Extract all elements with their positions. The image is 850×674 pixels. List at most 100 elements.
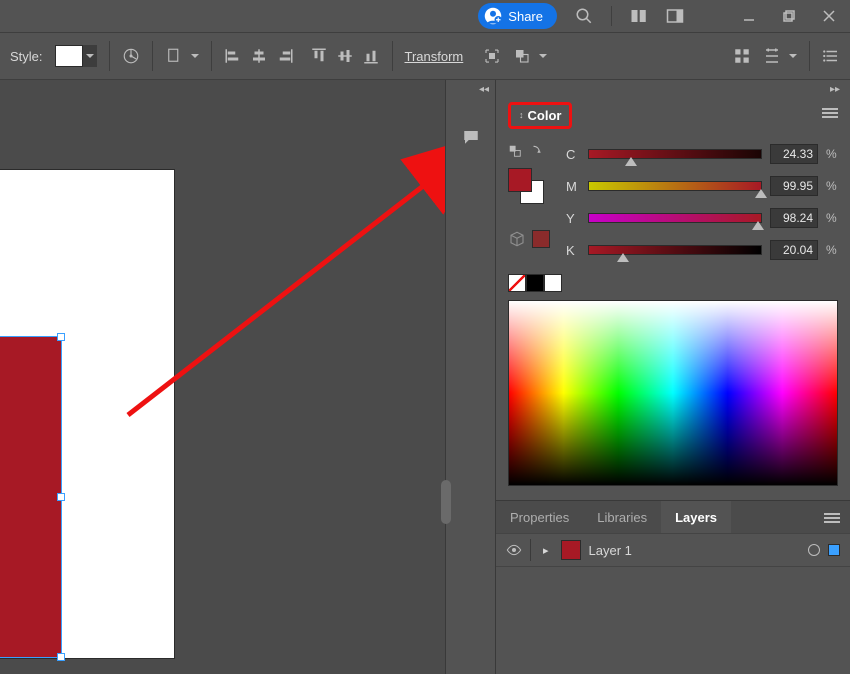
align-horizontal-group: [224, 47, 294, 65]
comments-panel-icon[interactable]: [460, 128, 482, 146]
align-left-icon[interactable]: [224, 47, 242, 65]
channel-label-m: M: [566, 179, 580, 194]
separator: [530, 539, 531, 561]
color-panel-tab-label: Color: [528, 108, 562, 123]
separator: [392, 41, 393, 71]
graphic-style-picker[interactable]: [55, 45, 97, 67]
color-panel-tabbar: ↕ Color: [508, 100, 838, 130]
cmyk-sliders: C % M % Y %: [566, 144, 838, 260]
separator: [611, 6, 612, 26]
gamut-swatch[interactable]: [532, 230, 550, 248]
bottom-panel-tabs: Properties Libraries Layers: [496, 501, 850, 533]
slider-thumb-y[interactable]: [752, 221, 764, 230]
pct-label: %: [826, 243, 838, 257]
channel-value-k[interactable]: [770, 240, 818, 260]
layer-row[interactable]: ▸ Layer 1: [496, 533, 850, 567]
expand-dock-icon[interactable]: ◂◂: [479, 84, 489, 95]
align-right-icon[interactable]: [276, 47, 294, 65]
document-icon: [165, 47, 183, 65]
share-avatar-icon: [484, 7, 502, 25]
pct-label: %: [826, 147, 838, 161]
quick-swatches: [508, 274, 838, 292]
visibility-icon[interactable]: [506, 542, 522, 558]
align-to-icon[interactable]: [733, 47, 751, 65]
transform-link[interactable]: Transform: [405, 49, 464, 64]
slider-thumb-m[interactable]: [755, 189, 767, 198]
slider-track-m[interactable]: [588, 181, 762, 191]
document-setup-group[interactable]: [165, 47, 199, 65]
pct-label: %: [826, 211, 838, 225]
list-settings-icon[interactable]: [822, 47, 840, 65]
fill-swatch[interactable]: [508, 168, 532, 192]
layer-disclosure-icon[interactable]: ▸: [539, 544, 553, 557]
share-button[interactable]: Share: [478, 3, 557, 29]
style-swatch: [55, 45, 83, 67]
slider-thumb-c[interactable]: [625, 157, 637, 166]
align-top-icon[interactable]: [310, 47, 328, 65]
slider-thumb-k[interactable]: [617, 253, 629, 262]
swap-fills-icon[interactable]: [508, 144, 522, 158]
align-bottom-icon[interactable]: [362, 47, 380, 65]
slider-track-y[interactable]: [588, 213, 762, 223]
slider-track-k[interactable]: [588, 245, 762, 255]
color-panel: ↕ Color: [496, 92, 850, 500]
fill-stroke-swatches[interactable]: [508, 168, 544, 204]
panel-collapse-icon: ↕: [519, 110, 524, 120]
chevron-down-icon: [191, 52, 199, 60]
separator: [211, 41, 212, 71]
bottom-panel: Properties Libraries Layers ▸ Layer 1: [496, 500, 850, 567]
separator: [109, 41, 110, 71]
expand-panels-icon[interactable]: ▸▸: [830, 84, 840, 95]
chevron-down-icon: [539, 52, 547, 60]
window-close-button[interactable]: [818, 7, 840, 25]
canvas-area[interactable]: [0, 80, 445, 674]
channel-label-k: K: [566, 243, 580, 258]
selection-handle-mr[interactable]: [57, 493, 65, 501]
slider-row-k: K %: [566, 240, 838, 260]
layer-target-icon[interactable]: [808, 544, 820, 556]
layer-name[interactable]: Layer 1: [589, 543, 800, 558]
slider-track-c[interactable]: [588, 149, 762, 159]
channel-label-c: C: [566, 147, 580, 162]
bottom-panel-menu-icon[interactable]: [824, 511, 840, 525]
out-of-gamut-icon[interactable]: [508, 230, 526, 248]
separator: [152, 41, 153, 71]
tab-libraries[interactable]: Libraries: [583, 501, 661, 533]
swap-arrow-icon[interactable]: [530, 144, 544, 158]
color-panel-tab[interactable]: ↕ Color: [508, 102, 572, 129]
tab-properties[interactable]: Properties: [496, 501, 583, 533]
selection-handle-br[interactable]: [57, 653, 65, 661]
swatch-white[interactable]: [544, 274, 562, 292]
style-dropdown-icon[interactable]: [83, 45, 97, 67]
slider-row-y: Y %: [566, 208, 838, 228]
selected-rectangle[interactable]: [0, 337, 61, 657]
distribute-icon: [763, 47, 781, 65]
distribute-group[interactable]: [763, 47, 797, 65]
layer-selection-color[interactable]: [828, 544, 840, 556]
window-maximize-button[interactable]: [778, 7, 800, 25]
arrange-windows-icon[interactable]: [630, 7, 648, 25]
separator: [809, 41, 810, 71]
collapsed-panel-dock: ◂◂: [445, 80, 495, 674]
options-bar: Style: Transform: [0, 32, 850, 80]
align-vcenter-icon[interactable]: [336, 47, 354, 65]
panel-resize-handle[interactable]: [441, 480, 451, 524]
channel-value-m[interactable]: [770, 176, 818, 196]
search-icon[interactable]: [575, 7, 593, 25]
color-panel-menu-icon[interactable]: [822, 106, 838, 120]
chevron-down-icon: [789, 52, 797, 60]
align-hcenter-icon[interactable]: [250, 47, 268, 65]
selection-handle-tr[interactable]: [57, 333, 65, 341]
window-minimize-button[interactable]: [738, 7, 760, 25]
tab-layers[interactable]: Layers: [661, 501, 731, 533]
channel-value-c[interactable]: [770, 144, 818, 164]
recolor-artwork-icon[interactable]: [122, 47, 140, 65]
swatch-none[interactable]: [508, 274, 526, 292]
color-spectrum[interactable]: [508, 300, 838, 486]
arrange-group[interactable]: [513, 47, 547, 65]
isolate-object-icon[interactable]: [483, 47, 501, 65]
channel-value-y[interactable]: [770, 208, 818, 228]
workspace-switcher-icon[interactable]: [666, 7, 684, 25]
channel-label-y: Y: [566, 211, 580, 226]
swatch-black[interactable]: [526, 274, 544, 292]
